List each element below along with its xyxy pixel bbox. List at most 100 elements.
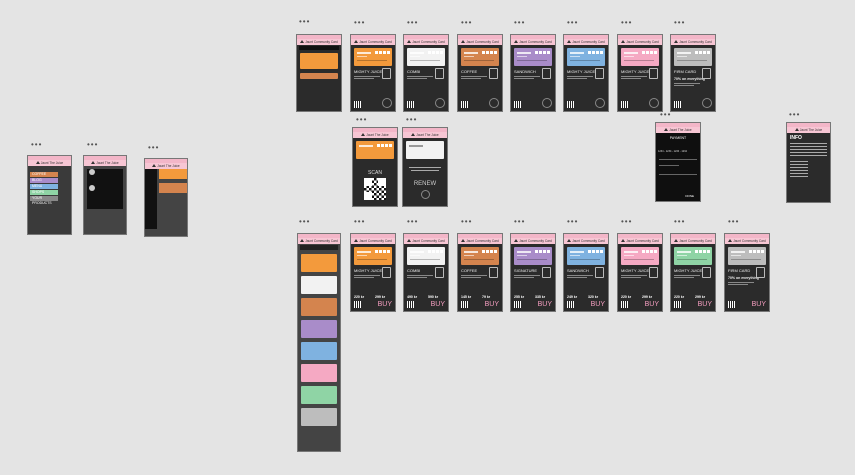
frame-menu-dots[interactable]: ••• xyxy=(354,218,365,226)
qr-code-icon[interactable] xyxy=(461,301,468,308)
product-card[interactable] xyxy=(461,48,499,66)
frame-menu-dots[interactable]: ••• xyxy=(674,218,685,226)
arrow-circle-icon[interactable] xyxy=(542,98,552,108)
frame-menu-dots[interactable]: ••• xyxy=(148,144,159,152)
renew-button[interactable]: RENEW xyxy=(403,181,447,187)
qr-code-icon[interactable] xyxy=(354,301,361,308)
card-thumb[interactable] xyxy=(301,364,337,382)
menu-item-menu[interactable]: MENU xyxy=(30,184,58,189)
card-number-field[interactable]: 1234 - 1234 - 1234 - 1234 xyxy=(658,150,698,153)
frame-menu-dots[interactable]: ••• xyxy=(299,18,310,26)
frame-menu-dots[interactable]: ••• xyxy=(621,19,632,27)
product-card[interactable] xyxy=(567,48,605,66)
input-line[interactable] xyxy=(659,174,697,175)
frame-menu-dots[interactable]: ••• xyxy=(514,19,525,27)
qr-code-icon[interactable] xyxy=(407,301,414,308)
arrow-circle-icon[interactable] xyxy=(702,98,712,108)
frame-menu-dots[interactable]: ••• xyxy=(674,19,685,27)
tab-bar[interactable] xyxy=(299,46,339,50)
frame-menu-dots[interactable]: ••• xyxy=(660,111,671,119)
frame-menu-dots[interactable]: ••• xyxy=(728,218,739,226)
frame-menu-dots[interactable]: ••• xyxy=(789,111,800,119)
frame-menu-dots[interactable]: ••• xyxy=(621,218,632,226)
card-thumb[interactable] xyxy=(301,254,337,272)
arrow-circle-icon[interactable] xyxy=(435,98,445,108)
card-thumb[interactable] xyxy=(301,320,337,338)
product-card[interactable] xyxy=(621,48,659,66)
card-thumb[interactable] xyxy=(300,53,338,69)
card-thumb[interactable] xyxy=(301,386,337,404)
arrow-circle-icon[interactable] xyxy=(489,98,499,108)
buy-button[interactable]: BUY xyxy=(591,301,605,308)
buy-button[interactable]: BUY xyxy=(485,301,499,308)
qr-code-icon[interactable] xyxy=(354,101,361,108)
card-thumb[interactable] xyxy=(159,169,187,179)
product-card[interactable] xyxy=(728,247,766,265)
frame-menu-dots[interactable]: ••• xyxy=(299,218,310,226)
buy-button[interactable]: BUY xyxy=(431,301,445,308)
arrow-circle-icon[interactable] xyxy=(649,98,659,108)
frame-menu-dots[interactable]: ••• xyxy=(354,19,365,27)
product-card[interactable] xyxy=(354,48,392,66)
frame-menu-dots[interactable]: ••• xyxy=(356,116,367,124)
arrow-circle-icon[interactable] xyxy=(595,98,605,108)
menu-item-coffee[interactable]: COFFEE xyxy=(30,172,58,177)
frame-menu-dots[interactable]: ••• xyxy=(514,218,525,226)
frame-menu-dots[interactable]: ••• xyxy=(407,19,418,27)
buy-button[interactable]: BUY xyxy=(378,301,392,308)
product-card[interactable] xyxy=(674,48,712,66)
input-line[interactable] xyxy=(659,159,697,160)
product-card[interactable] xyxy=(461,247,499,265)
avatar[interactable] xyxy=(89,185,95,191)
menu-item-products[interactable]: YOUR PRODUCTS xyxy=(30,196,58,205)
frame-menu-dots[interactable]: ••• xyxy=(31,141,42,149)
qr-code-icon[interactable] xyxy=(514,301,521,308)
done-button[interactable]: DONE xyxy=(685,194,694,198)
frame-menu-dots[interactable]: ••• xyxy=(87,141,98,149)
product-card[interactable] xyxy=(514,247,552,265)
buy-button[interactable]: BUY xyxy=(752,301,766,308)
product-card[interactable] xyxy=(621,247,659,265)
arrow-circle-icon[interactable] xyxy=(382,98,392,108)
tab-bar[interactable] xyxy=(300,245,338,250)
qr-code-icon[interactable] xyxy=(674,101,681,108)
card-thumb[interactable] xyxy=(301,408,337,426)
frame-menu-dots[interactable]: ••• xyxy=(461,19,472,27)
frame-menu-dots[interactable]: ••• xyxy=(461,218,472,226)
qr-code-icon[interactable] xyxy=(674,301,681,308)
qr-code-icon[interactable] xyxy=(567,301,574,308)
input-line[interactable] xyxy=(659,165,679,166)
product-card[interactable] xyxy=(354,247,392,265)
buy-button[interactable]: BUY xyxy=(645,301,659,308)
card-thumb[interactable] xyxy=(301,298,337,316)
card-thumb[interactable] xyxy=(301,342,337,360)
card-line xyxy=(410,56,420,57)
refresh-icon[interactable] xyxy=(420,190,430,199)
buy-button[interactable]: BUY xyxy=(538,301,552,308)
qr-code-icon[interactable] xyxy=(461,101,468,108)
frame-menu-dots[interactable]: ••• xyxy=(567,218,578,226)
qr-code-icon[interactable] xyxy=(621,301,628,308)
product-card[interactable] xyxy=(407,247,445,265)
product-card[interactable] xyxy=(567,247,605,265)
qr-code-icon[interactable] xyxy=(728,301,735,308)
product-card[interactable] xyxy=(674,247,712,265)
card-thumb[interactable] xyxy=(301,276,337,294)
frame-menu-dots[interactable]: ••• xyxy=(407,218,418,226)
card-thumb[interactable] xyxy=(159,183,187,193)
frame-menu-dots[interactable]: ••• xyxy=(406,116,417,124)
qr-code-icon[interactable] xyxy=(364,178,386,200)
qr-code-icon[interactable] xyxy=(514,101,521,108)
qr-code-icon[interactable] xyxy=(407,101,414,108)
menu-item-shops[interactable]: SHOPS xyxy=(30,190,58,195)
buy-button[interactable]: BUY xyxy=(698,301,712,308)
product-card[interactable] xyxy=(514,48,552,66)
product-card[interactable] xyxy=(407,48,445,66)
frame-menu-dots[interactable]: ••• xyxy=(567,19,578,27)
avatar[interactable] xyxy=(89,169,95,175)
menu-item-blog[interactable]: BLOG xyxy=(30,178,58,183)
qr-code-icon[interactable] xyxy=(621,101,628,108)
card-thumb[interactable] xyxy=(300,73,338,79)
qr-code-icon[interactable] xyxy=(567,101,574,108)
sidebar-nav[interactable] xyxy=(145,169,157,229)
